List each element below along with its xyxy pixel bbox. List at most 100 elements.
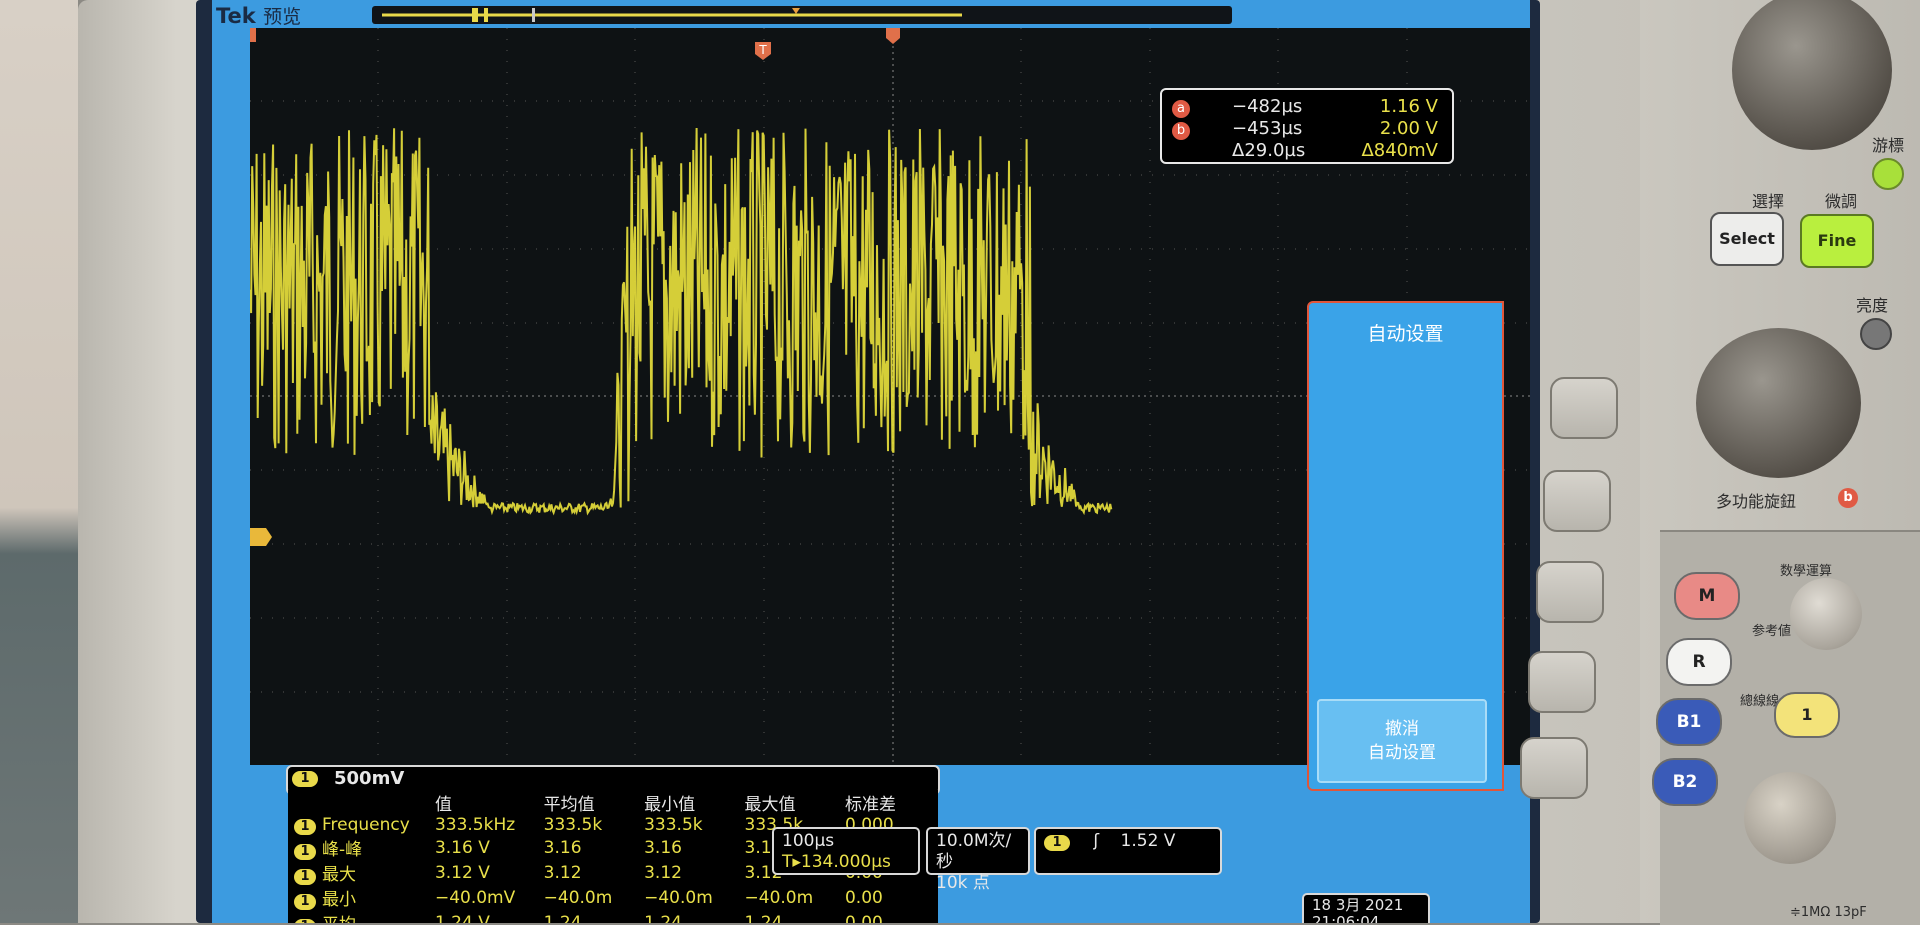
channel-1-position-knob[interactable] — [1744, 772, 1836, 864]
measurement-row: 1 最小 −40.0mV −40.0m −40.0m −40.0m 0.00 — [288, 885, 938, 910]
measurement-mean: 3.12 — [543, 862, 582, 883]
measurement-source-badge: 1 — [294, 844, 316, 860]
side-menu-button-1[interactable] — [1550, 377, 1618, 439]
undo-autoset-button[interactable]: 撤消 自动设置 — [1317, 699, 1487, 783]
cursor-indicator-led — [1872, 158, 1904, 190]
select-button[interactable]: Select — [1710, 212, 1784, 266]
measurement-label: Frequency — [322, 815, 410, 835]
cursor-a-time: −482µs — [1232, 96, 1303, 117]
multi-knob-caption: 多功能旋鈕 — [1716, 492, 1797, 511]
channel-1-button[interactable]: 1 — [1774, 692, 1840, 738]
measurement-name: 1 平均 — [288, 910, 429, 923]
cursor-b-volt: 2.00 V — [1379, 118, 1438, 139]
channel-1-badge: 1 — [292, 771, 318, 787]
date-time-readout: 18 3月 2021 21:06:04 — [1302, 893, 1430, 923]
cursor-delta-row: Δ29.0µs Δ840mV — [1172, 140, 1444, 162]
measurement-value: 3.12 V — [434, 862, 490, 883]
math-button[interactable]: M — [1674, 572, 1740, 620]
measurement-value: −40.0mV — [434, 887, 516, 908]
multipurpose-knob-b[interactable] — [1696, 328, 1861, 478]
bus-b1-button[interactable]: B1 — [1656, 698, 1722, 746]
side-menu-button-3[interactable] — [1536, 561, 1604, 623]
measurement-name: 1 最小 — [288, 885, 429, 910]
cursor-a-row: a −482µs 1.16 V — [1172, 96, 1444, 118]
time-label: 21:06:04 — [1312, 913, 1380, 924]
measurement-row: 1 平均 1.24 V 1.24 1.24 1.24 0.00 — [288, 910, 938, 923]
bus-caption: 總線線 — [1740, 694, 1780, 709]
measurement-header-row: 值 平均值 最小值 最大值 标准差 — [288, 790, 938, 815]
timebase-readout[interactable]: 100µs T▸134.000µs — [772, 827, 920, 875]
math-knob[interactable] — [1790, 578, 1862, 650]
bus-b2-button[interactable]: B2 — [1652, 758, 1718, 806]
expansion-point-marker — [886, 28, 900, 44]
brand-label: Tek 预览 — [216, 4, 302, 28]
measurement-min: 3.12 — [644, 862, 682, 883]
measurement-label: 最小 — [322, 890, 356, 910]
status-strip: Tek 预览 — [212, 0, 1530, 28]
header-spacer — [288, 790, 429, 815]
svg-text:T: T — [758, 43, 767, 57]
header-min: 最小值 — [644, 795, 696, 815]
acquisition-readout[interactable]: 10.0M次/秒 10k 点 — [926, 827, 1030, 893]
scope-screen: Tek 预览 T a −482µs 1.16 V b −453µs 2.00 V… — [212, 0, 1530, 923]
channel-1-ground-marker[interactable] — [248, 528, 272, 546]
header-max: 最大值 — [744, 795, 796, 815]
fine-button[interactable]: Fine — [1800, 214, 1874, 268]
measurement-mean: 3.16 — [543, 837, 582, 858]
ref-caption: 参考値 — [1752, 624, 1792, 639]
brightness-caption: 亮度 — [1856, 296, 1889, 315]
multi-knob-b-badge: b — [1838, 488, 1858, 508]
measurement-source-badge: 1 — [294, 869, 316, 885]
measurement-min: −40.0m — [644, 887, 713, 908]
sample-rate: 10.0M次/秒 — [936, 831, 1012, 872]
reference-button[interactable]: R — [1666, 638, 1732, 686]
upper-multipurpose-knob[interactable] — [1732, 0, 1892, 150]
measurement-min: 1.24 — [644, 912, 682, 924]
record-position-bar — [372, 6, 1232, 24]
input-spec-caption: ≑1MΩ 13pF — [1790, 905, 1867, 920]
measurement-mean: −40.0m — [543, 887, 613, 908]
undo-autoset-line1: 撤消 — [1385, 719, 1419, 739]
cursor-caption: 游標 — [1872, 136, 1905, 155]
math-caption: 数學運算 — [1780, 564, 1833, 579]
channel-1-scale: 500mV — [334, 768, 405, 789]
cursor-a-volt: 1.16 V — [1379, 96, 1438, 117]
measurement-mean: 1.24 — [543, 912, 582, 924]
trigger-slope-icon: ʃ — [1093, 831, 1100, 851]
select-caption: 選擇 — [1752, 192, 1785, 211]
record-bar-graphic — [382, 8, 962, 22]
header-mean: 平均值 — [543, 795, 595, 815]
measurement-min: 333.5k — [644, 815, 703, 835]
side-menu-button-5[interactable] — [1520, 737, 1588, 799]
trigger-readout[interactable]: 1 ʃ 1.52 V — [1034, 827, 1222, 875]
record-length: 10k 点 — [936, 873, 990, 893]
side-menu-button-4[interactable] — [1528, 651, 1596, 713]
background-desk — [0, 0, 78, 923]
trigger-position-marker[interactable]: T — [755, 42, 771, 60]
header-std: 标准差 — [844, 795, 896, 815]
timebase-position: T▸134.000µs — [782, 852, 891, 872]
measurement-source-badge: 1 — [294, 919, 316, 923]
measurement-max: −40.0m — [744, 887, 814, 908]
autoset-menu-title: 自动设置 — [1367, 323, 1444, 345]
trigger-source-badge: 1 — [1044, 835, 1070, 851]
measurement-source-badge: 1 — [294, 894, 316, 910]
left-edge-marker — [250, 28, 256, 42]
cursor-readout: a −482µs 1.16 V b −453µs 2.00 V Δ29.0µs … — [1160, 88, 1454, 164]
measurement-value: 333.5kHz — [434, 815, 516, 835]
measurement-source-badge: 1 — [294, 819, 316, 835]
side-menu-button-2[interactable] — [1543, 470, 1611, 532]
date-label: 18 3月 2021 — [1312, 896, 1404, 914]
measurement-name: 1 最大 — [288, 860, 429, 885]
front-panel: 游標 選擇 Select 微調 Fine 亮度 多功能旋鈕 b 数學運算 M 参… — [1640, 0, 1920, 925]
measurement-min: 3.16 — [644, 837, 682, 858]
cursor-b-time: −453µs — [1232, 118, 1303, 139]
cursor-a-badge: a — [1172, 100, 1190, 118]
undo-autoset-line2: 自动设置 — [1368, 743, 1436, 763]
channel-1-trace — [249, 127, 1113, 516]
trigger-level: 1.52 V — [1120, 831, 1176, 851]
brightness-button[interactable] — [1860, 318, 1892, 350]
cursor-b-badge: b — [1172, 122, 1190, 140]
measurement-label: 平均 — [322, 915, 356, 923]
measurement-value: 1.24 V — [434, 912, 490, 924]
